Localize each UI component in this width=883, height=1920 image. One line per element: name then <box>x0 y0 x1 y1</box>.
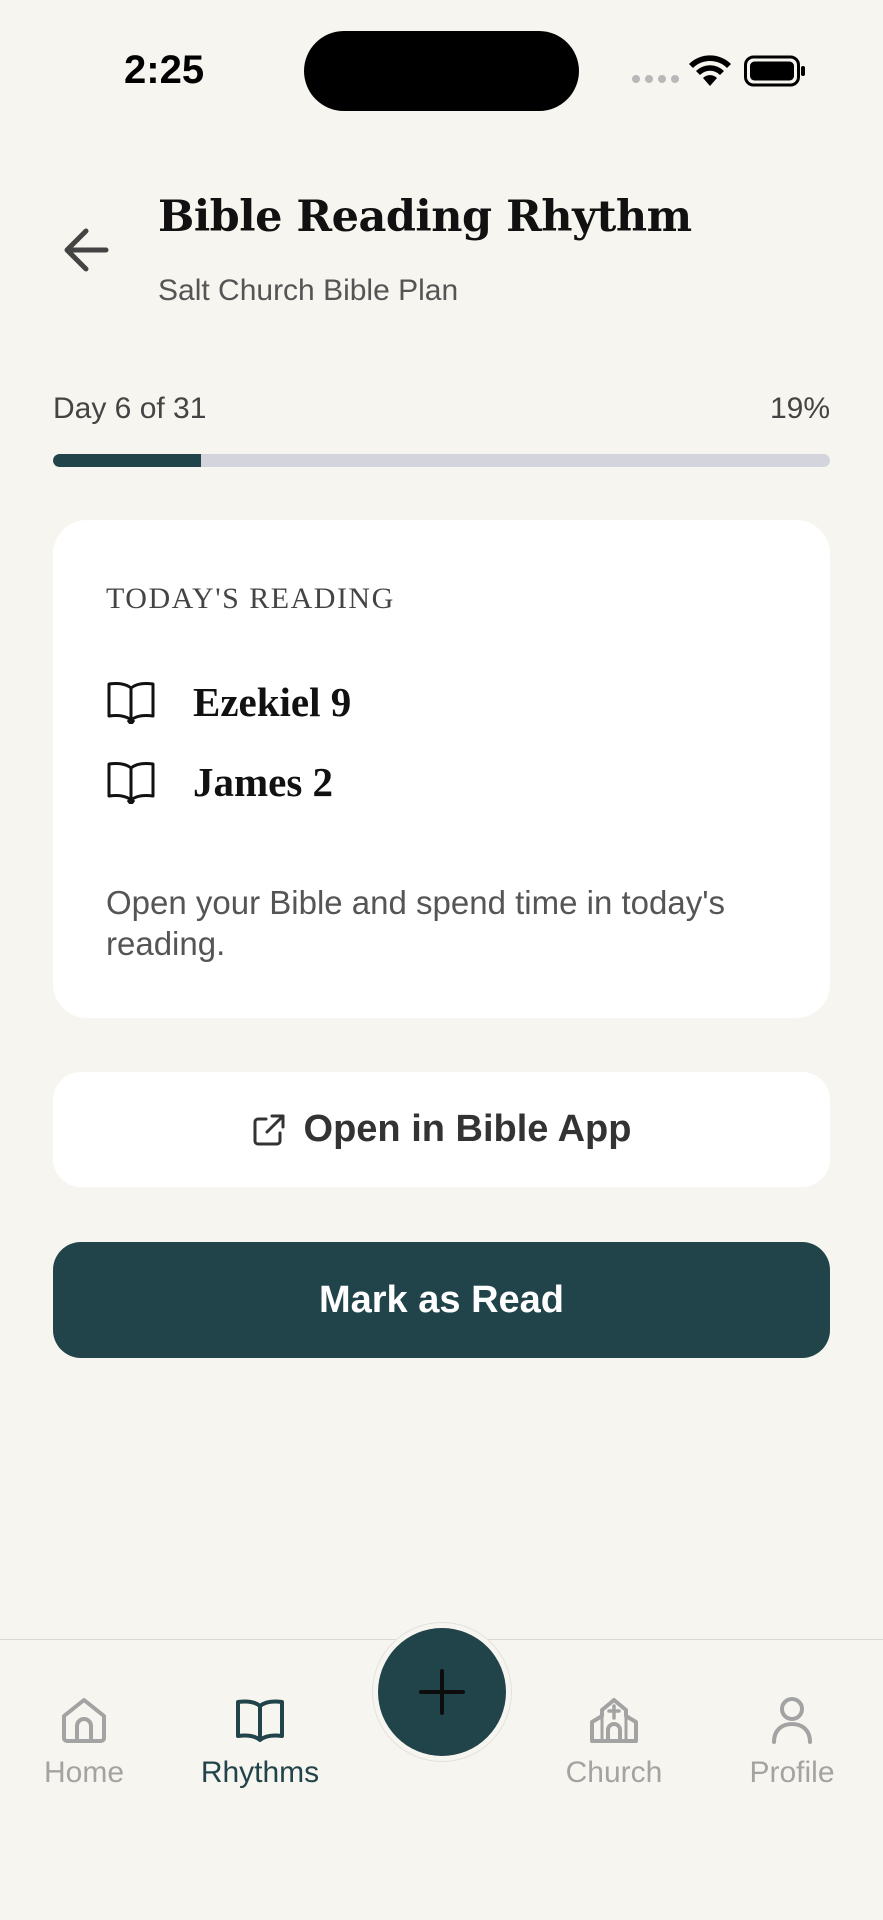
tab-home[interactable]: Home <box>4 1694 164 1790</box>
battery-icon <box>744 55 805 87</box>
tab-church[interactable]: Church <box>534 1694 694 1790</box>
dynamic-island <box>304 31 579 111</box>
reading-passage: James 2 <box>193 759 334 805</box>
page-title: Bible Reading Rhythm <box>158 192 692 242</box>
person-icon <box>772 1697 812 1744</box>
external-link-icon <box>253 1114 285 1145</box>
plus-icon <box>419 1669 465 1715</box>
mark-as-read-label: Mark as Read <box>318 1278 564 1321</box>
church-icon <box>590 1698 638 1743</box>
tab-label: Profile <box>749 1756 835 1789</box>
card-heading: TODAY'S READING <box>106 582 395 615</box>
add-button[interactable] <box>378 1628 506 1756</box>
progress-label: Day 6 of 31 <box>53 392 207 425</box>
progress-bar <box>53 454 830 467</box>
open-book-icon <box>107 682 155 724</box>
tab-label: Rhythms <box>200 1756 320 1789</box>
page-subtitle: Salt Church Bible Plan <box>158 274 459 307</box>
progress-fill <box>53 454 201 467</box>
wifi-icon <box>689 55 731 86</box>
tab-profile[interactable]: Profile <box>712 1694 872 1790</box>
arrow-left-icon <box>64 228 109 272</box>
mark-as-read-button[interactable]: Mark as Read <box>53 1242 830 1358</box>
tab-label: Home <box>43 1756 125 1789</box>
tab-label: Church <box>565 1756 663 1789</box>
open-book-icon <box>236 1699 284 1742</box>
cellular-signal-icon <box>632 75 679 83</box>
reading-item: Ezekiel 9 <box>106 672 351 732</box>
reading-item: James 2 <box>106 752 333 812</box>
tab-rhythms[interactable]: Rhythms <box>180 1694 340 1790</box>
back-button[interactable] <box>56 222 116 278</box>
reading-instructions: Open your Bible and spend time in today'… <box>106 884 726 962</box>
open-in-bible-app-button[interactable]: Open in Bible App <box>53 1072 830 1187</box>
progress-percent: 19% <box>769 392 830 425</box>
reading-passage: Ezekiel 9 <box>193 679 352 725</box>
status-time: 2:25 <box>124 48 205 92</box>
home-icon <box>62 1698 106 1743</box>
todays-reading-card: TODAY'S READING Ezekiel 9 James 2 Open y… <box>53 520 830 1018</box>
status-bar: 2:25 <box>0 0 883 140</box>
open-book-icon <box>107 762 155 804</box>
open-in-bible-app-label: Open in Bible App <box>303 1108 632 1150</box>
